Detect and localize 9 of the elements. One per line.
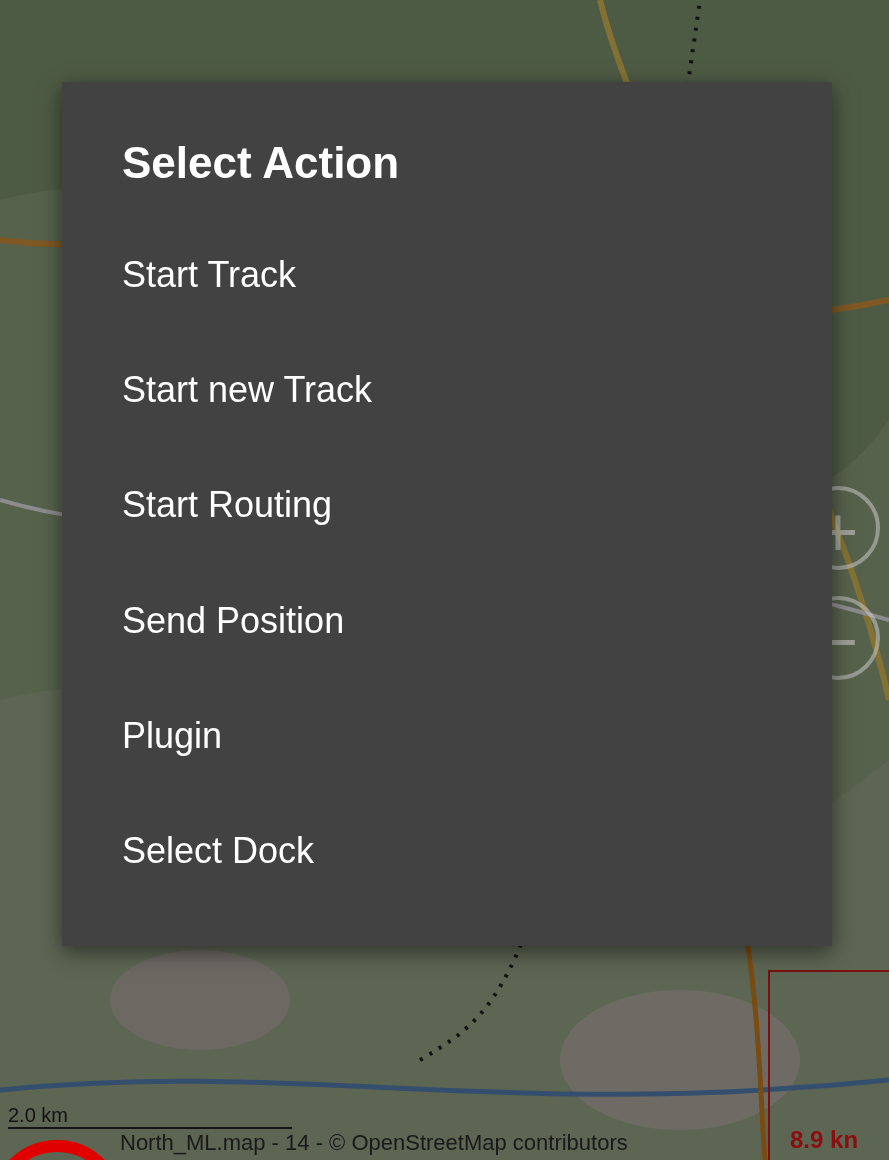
speed-reading: 8.9 kn xyxy=(790,1126,859,1154)
dialog-title: Select Action xyxy=(122,137,401,189)
menu-item[interactable]: Select Dock xyxy=(62,830,832,947)
scale-bar: 2.0 km xyxy=(8,1104,292,1129)
menu-item[interactable]: Send Position xyxy=(62,600,832,716)
menu-item[interactable]: Start Track xyxy=(62,255,832,371)
map-attribution: North_ML.map - 14 - © OpenStreetMap contributors xyxy=(120,1130,628,1156)
menu-item[interactable]: Start new Track xyxy=(62,370,832,486)
menu-item[interactable]: Plugin xyxy=(62,715,832,831)
